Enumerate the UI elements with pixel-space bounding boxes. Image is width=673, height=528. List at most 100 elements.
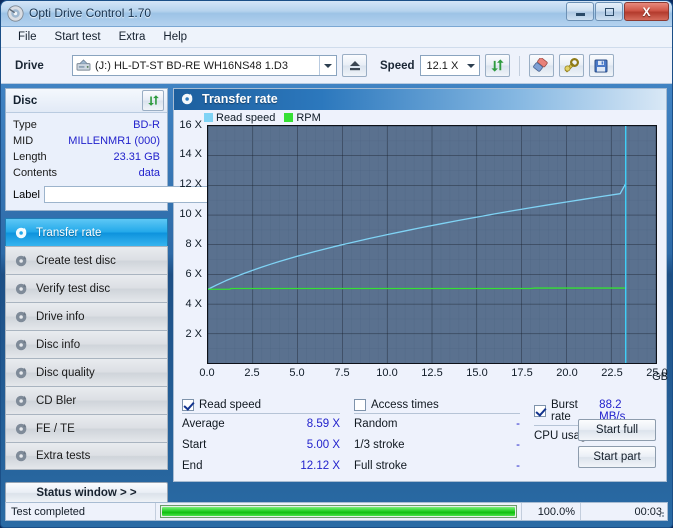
sidebar-item-disc-info[interactable]: Disc info bbox=[5, 330, 168, 358]
sidebar-item-cd-bler[interactable]: CD Bler bbox=[5, 386, 168, 414]
row-average-value: 8.59 X bbox=[306, 418, 340, 430]
menu-bar: File Start test Extra Help bbox=[1, 27, 672, 48]
title-bar: Opti Drive Control 1.70 X bbox=[1, 1, 672, 27]
read-speed-checkbox[interactable] bbox=[182, 399, 194, 411]
disc-test-icon bbox=[15, 367, 27, 378]
chart-y-tick-label: 8 X bbox=[185, 238, 202, 251]
row-full-stroke: Full stroke - bbox=[354, 456, 520, 477]
read-speed-label: Read speed bbox=[199, 399, 262, 411]
disc-test-icon bbox=[181, 94, 193, 105]
burst-rate-checkbox[interactable] bbox=[534, 405, 546, 417]
row-average: Average 8.59 X bbox=[182, 414, 340, 435]
sidebar-nav: Transfer rate Create test disc Verify te… bbox=[5, 218, 168, 470]
chart-x-tick-label: 20.0 bbox=[556, 367, 578, 379]
chart-y-tick-label: 10 X bbox=[179, 208, 202, 221]
read-speed-checkbox-row: Read speed bbox=[182, 399, 340, 414]
legend-label-rpm: RPM bbox=[296, 111, 321, 124]
erase-button[interactable] bbox=[528, 54, 554, 77]
row-average-key: Average bbox=[182, 418, 225, 430]
sidebar-item-label: Disc info bbox=[36, 338, 81, 351]
minimize-button[interactable] bbox=[566, 2, 594, 21]
drive-select[interactable]: (J:) HL-DT-ST BD-RE WH16NS48 1.D3 bbox=[72, 55, 337, 76]
main-body: Disc Type BD-R MID MILLENMR1 (000) Lengt… bbox=[1, 84, 672, 504]
disc-icon bbox=[7, 5, 24, 22]
close-button[interactable]: X bbox=[624, 2, 669, 21]
sidebar-item-label: Disc quality bbox=[36, 366, 95, 379]
chart-x-unit: GB bbox=[652, 371, 668, 383]
row-start: Start 5.00 X bbox=[182, 435, 340, 456]
chart-x-tick-label: 2.5 bbox=[244, 367, 260, 379]
disc-row-type-key: Type bbox=[13, 119, 37, 131]
disc-refresh-button[interactable] bbox=[142, 90, 164, 111]
row-end-value: 12.12 X bbox=[300, 460, 340, 472]
disc-row-mid-value: MILLENMR1 (000) bbox=[68, 135, 160, 147]
menu-start-test[interactable]: Start test bbox=[46, 29, 110, 45]
drive-icon bbox=[76, 59, 91, 71]
legend-item-read-speed: Read speed bbox=[204, 112, 275, 124]
chart-y-axis: 2 X 4 X 6 X 8 X 10 X 12 X 14 X 16 X bbox=[174, 119, 206, 364]
disc-test-icon bbox=[15, 395, 27, 406]
chart-x-tick-label: 0.0 bbox=[199, 367, 215, 379]
transfer-rate-chart: Read speed RPM 2 X 4 X 6 X 8 X 10 X 12 X 14 X 1… bbox=[174, 110, 668, 394]
sidebar-item-drive-info[interactable]: Drive info bbox=[5, 302, 168, 330]
menu-help[interactable]: Help bbox=[154, 29, 196, 45]
start-full-button[interactable]: Start full bbox=[578, 419, 656, 441]
disc-row-mid-key: MID bbox=[13, 135, 34, 147]
progress-fill bbox=[162, 507, 515, 516]
speed-select[interactable]: 12.1 X bbox=[419, 55, 480, 76]
maximize-button[interactable] bbox=[595, 2, 623, 21]
read-speed-column: Read speed Average 8.59 X Start 5.00 X E… bbox=[182, 399, 354, 477]
drive-toolbar: Drive (J:) HL-DT-ST BD-RE WH16NS48 1.D3 … bbox=[1, 48, 672, 84]
legend-swatch-rpm bbox=[284, 112, 294, 122]
sidebar-item-create-test-disc[interactable]: Create test disc bbox=[5, 246, 168, 274]
sidebar-item-verify-test-disc[interactable]: Verify test disc bbox=[5, 274, 168, 302]
disc-info-panel: Disc Type BD-R MID MILLENMR1 (000) Lengt… bbox=[5, 88, 249, 211]
eraser-icon bbox=[533, 58, 548, 72]
status-message: Test completed bbox=[6, 503, 156, 520]
speed-select-value: 12.1 X bbox=[426, 59, 459, 72]
disc-row-contents: Contents data bbox=[13, 165, 160, 181]
chevron-down-icon bbox=[466, 64, 475, 68]
menu-file[interactable]: File bbox=[9, 29, 46, 45]
transfer-rate-panel: Transfer rate Read speed RPM 2 X 4 X 6 X 8 … bbox=[173, 88, 668, 482]
sidebar-item-label: Drive info bbox=[36, 310, 85, 323]
disc-label-key: Label bbox=[13, 188, 40, 201]
disc-test-icon bbox=[15, 255, 27, 266]
chart-x-tick-label: 22.5 bbox=[601, 367, 623, 379]
menu-extra[interactable]: Extra bbox=[110, 29, 155, 45]
maximize-icon bbox=[604, 7, 614, 16]
sidebar-item-transfer-rate[interactable]: Transfer rate bbox=[5, 218, 168, 246]
status-window-button[interactable]: Status window > > bbox=[5, 482, 168, 504]
resize-grip-icon[interactable] bbox=[655, 508, 665, 518]
sidebar-item-disc-quality[interactable]: Disc quality bbox=[5, 358, 168, 386]
tools-icon bbox=[564, 58, 580, 73]
legend-item-rpm: RPM bbox=[284, 111, 321, 124]
results-area: Read speed Average 8.59 X Start 5.00 X E… bbox=[174, 394, 666, 481]
results-columns: Read speed Average 8.59 X Start 5.00 X E… bbox=[182, 399, 658, 477]
disc-row-mid: MID MILLENMR1 (000) bbox=[13, 133, 160, 149]
disc-row-type: Type BD-R bbox=[13, 117, 160, 133]
drive-select-value: (J:) HL-DT-ST BD-RE WH16NS48 1.D3 bbox=[95, 59, 288, 72]
disc-info-rows: Type BD-R MID MILLENMR1 (000) Length 23.… bbox=[6, 113, 249, 210]
sidebar-item-fe-te[interactable]: FE / TE bbox=[5, 414, 168, 442]
sidebar-item-label: FE / TE bbox=[36, 422, 75, 435]
row-start-value: 5.00 X bbox=[306, 439, 340, 451]
disc-label-row: Label bbox=[13, 184, 249, 205]
row-end-key: End bbox=[182, 460, 203, 472]
chart-y-tick-label: 2 X bbox=[185, 328, 202, 341]
tools-button[interactable] bbox=[558, 54, 584, 77]
disc-test-icon bbox=[15, 450, 27, 462]
eject-button[interactable] bbox=[342, 54, 367, 77]
chart-y-tick-label: 12 X bbox=[179, 178, 202, 191]
chart-x-tick-label: 15.0 bbox=[466, 367, 488, 379]
refresh-button[interactable] bbox=[484, 54, 510, 77]
access-times-label: Access times bbox=[371, 399, 439, 411]
start-part-button[interactable]: Start part bbox=[578, 446, 656, 468]
progress-percent: 100.0% bbox=[521, 503, 581, 520]
chart-y-tick-label: 4 X bbox=[185, 298, 202, 311]
chart-x-axis: 0.0 2.5 5.0 7.5 10.0 12.5 15.0 17.5 20.0 22.5 25.0 bbox=[199, 367, 667, 383]
save-button[interactable] bbox=[588, 54, 614, 77]
sidebar-item-extra-tests[interactable]: Extra tests bbox=[5, 442, 168, 470]
access-times-checkbox[interactable] bbox=[354, 399, 366, 411]
disc-row-contents-value: data bbox=[138, 167, 160, 179]
